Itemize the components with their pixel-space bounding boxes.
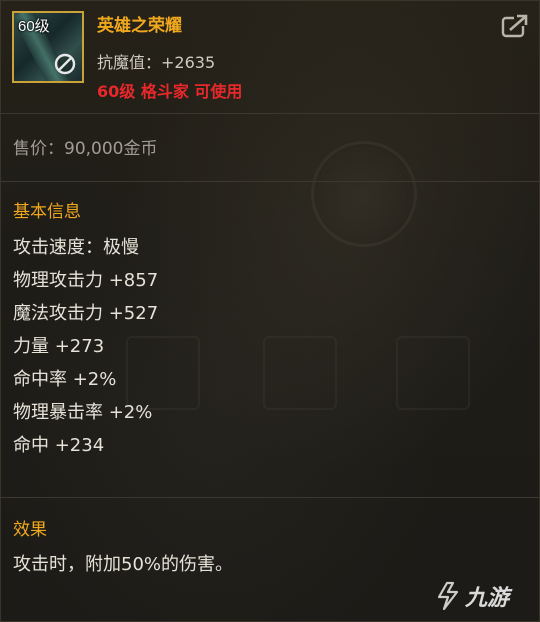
divider xyxy=(1,113,540,114)
basic-info-title: 基本信息 xyxy=(13,202,81,222)
effect-title: 效果 xyxy=(13,520,47,540)
background-decoration xyxy=(396,336,470,410)
usage-requirement: 60级 格斗家 可使用 xyxy=(97,82,243,101)
item-name: 英雄之荣耀 xyxy=(97,16,182,36)
forbidden-icon xyxy=(54,53,76,75)
attribute-magic-attack: 魔法攻击力 +527 xyxy=(13,303,159,324)
divider xyxy=(1,497,540,498)
level-badge: 60级 xyxy=(18,18,50,35)
magic-defense-stat: 抗魔值：+2635 xyxy=(97,53,216,72)
background-decoration xyxy=(311,141,417,247)
attribute-physical-attack: 物理攻击力 +857 xyxy=(13,270,159,291)
attribute-hit: 命中 +234 xyxy=(13,435,105,456)
item-tooltip-panel: 60级 英雄之荣耀 抗魔值：+2635 60级 格斗家 可使用 售价：90,00… xyxy=(0,0,540,622)
sword-icon[interactable]: 60级 xyxy=(12,11,84,83)
effect-description: 攻击时，附加50%的伤害。 xyxy=(13,554,234,575)
attribute-hit-rate: 命中率 +2% xyxy=(13,369,117,390)
jiuyou-logo-icon: 九游 xyxy=(437,581,513,611)
attribute-physical-crit: 物理暴击率 +2% xyxy=(13,402,153,423)
attribute-attack-speed: 攻击速度：极慢 xyxy=(13,237,139,258)
background-decoration xyxy=(263,336,337,410)
divider xyxy=(1,181,540,182)
attribute-strength: 力量 +273 xyxy=(13,336,105,357)
share-icon[interactable] xyxy=(501,13,529,39)
watermark-text: 九游 xyxy=(464,586,513,611)
sell-price: 售价：90,000金币 xyxy=(13,139,158,159)
